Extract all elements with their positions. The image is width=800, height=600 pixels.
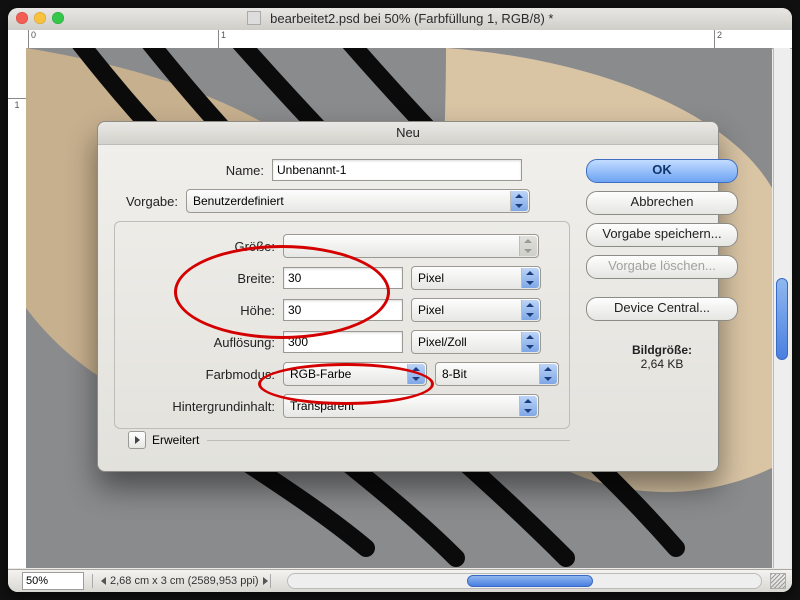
chevrons-icon bbox=[539, 364, 557, 384]
status-bar: 2,68 cm x 3 cm (2589,953 ppi) bbox=[8, 569, 792, 592]
ok-button[interactable]: OK bbox=[586, 159, 738, 183]
color-mode-label: Farbmodus: bbox=[125, 367, 283, 382]
new-document-dialog: Neu Name: Vorgabe: Benutzerdefiniert bbox=[97, 121, 719, 472]
color-mode-select[interactable]: RGB-Farbe bbox=[283, 362, 427, 386]
resolution-field[interactable] bbox=[283, 331, 403, 353]
delete-preset-button: Vorgabe löschen... bbox=[586, 255, 738, 279]
chevrons-icon bbox=[407, 364, 425, 384]
advanced-label: Erweitert bbox=[152, 433, 199, 447]
chevrons-icon bbox=[519, 236, 537, 256]
divider bbox=[207, 440, 570, 441]
vertical-ruler[interactable]: 1 bbox=[8, 48, 27, 568]
document-window: bearbeitet2.psd bei 50% (Farbfüllung 1, … bbox=[8, 8, 792, 592]
size-label: Größe: bbox=[125, 239, 283, 254]
height-field[interactable] bbox=[283, 299, 403, 321]
resolution-label: Auflösung: bbox=[125, 335, 283, 350]
status-info: 2,68 cm x 3 cm (2589,953 ppi) bbox=[106, 575, 263, 587]
ruler-tick: 2 bbox=[714, 30, 722, 48]
bg-content-label: Hintergrundinhalt: bbox=[125, 399, 283, 414]
window-titlebar[interactable]: bearbeitet2.psd bei 50% (Farbfüllung 1, … bbox=[8, 8, 792, 31]
window-title: bearbeitet2.psd bei 50% (Farbfüllung 1, … bbox=[8, 11, 792, 26]
horizontal-scrollbar[interactable] bbox=[287, 573, 762, 589]
height-label: Höhe: bbox=[125, 303, 283, 318]
save-preset-button[interactable]: Vorgabe speichern... bbox=[586, 223, 738, 247]
size-select bbox=[283, 234, 539, 258]
bg-content-select[interactable]: Transparent bbox=[283, 394, 539, 418]
chevrons-icon bbox=[521, 332, 539, 352]
ruler-tick: 1 bbox=[8, 98, 26, 110]
chevrons-icon bbox=[519, 396, 537, 416]
chevrons-icon bbox=[510, 191, 528, 211]
device-central-button[interactable]: Device Central... bbox=[586, 297, 738, 321]
resolution-unit-select[interactable]: Pixel/Zoll bbox=[411, 330, 541, 354]
chevrons-icon bbox=[521, 268, 539, 288]
zoom-field[interactable] bbox=[22, 572, 84, 590]
vertical-scrollbar[interactable] bbox=[773, 48, 790, 568]
horizontal-ruler[interactable]: 0 1 2 bbox=[8, 30, 792, 49]
chevrons-icon bbox=[521, 300, 539, 320]
image-size-info: Bildgröße: 2,64 KB bbox=[586, 343, 738, 371]
scrollbar-thumb[interactable] bbox=[467, 575, 592, 587]
proxy-icon[interactable] bbox=[247, 11, 261, 25]
chevron-right-icon[interactable] bbox=[263, 577, 268, 585]
width-label: Breite: bbox=[125, 271, 283, 286]
name-field[interactable] bbox=[272, 159, 522, 181]
scrollbar-thumb[interactable] bbox=[776, 278, 788, 360]
dialog-title: Neu bbox=[98, 122, 718, 145]
name-label: Name: bbox=[114, 163, 272, 178]
resize-handle[interactable] bbox=[770, 573, 786, 589]
cancel-button[interactable]: Abbrechen bbox=[586, 191, 738, 215]
height-unit-select[interactable]: Pixel bbox=[411, 298, 541, 322]
dimensions-group: Größe: Breite: Pixel bbox=[114, 221, 570, 429]
width-field[interactable] bbox=[283, 267, 403, 289]
ruler-tick: 1 bbox=[218, 30, 226, 48]
advanced-disclosure[interactable] bbox=[128, 431, 146, 449]
width-unit-select[interactable]: Pixel bbox=[411, 266, 541, 290]
bit-depth-select[interactable]: 8-Bit bbox=[435, 362, 559, 386]
preset-select[interactable]: Benutzerdefiniert bbox=[186, 189, 530, 213]
preset-label: Vorgabe: bbox=[114, 194, 186, 209]
chevron-right-icon bbox=[135, 436, 140, 444]
ruler-tick: 0 bbox=[28, 30, 36, 48]
